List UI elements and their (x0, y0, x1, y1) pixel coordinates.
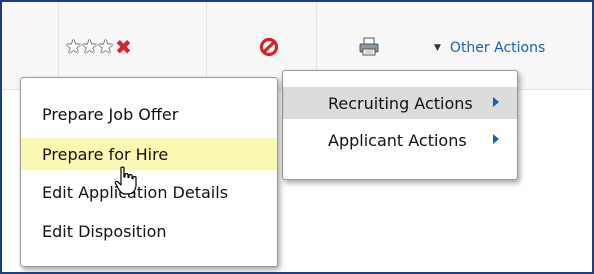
chevron-right-icon (493, 134, 499, 144)
chevron-right-icon (493, 97, 499, 107)
menu-item-label: Recruiting Actions (328, 93, 473, 113)
printer-icon[interactable] (358, 37, 380, 57)
menu-item-label: Prepare Job Offer (42, 104, 179, 124)
window-frame: ★ ★ ★ ✖ ▼ Other Actions Recruiting Actio… (0, 0, 594, 274)
menu-item-edit-application-details[interactable]: Edit Application Details (21, 176, 277, 208)
prohibited-icon[interactable] (259, 37, 279, 57)
star-icon[interactable]: ★ (97, 37, 114, 57)
menu-item-prepare-for-hire[interactable]: Prepare for Hire (21, 138, 277, 170)
hand-cursor-icon (114, 166, 137, 195)
star-icon[interactable]: ★ (65, 37, 82, 57)
menu-item-edit-disposition[interactable]: Edit Disposition (21, 215, 277, 247)
submenu-panel: Recruiting Actions Applicant Actions (282, 70, 518, 180)
menu-item-recruiting-actions[interactable]: Recruiting Actions (283, 87, 517, 119)
toolbar-divider (206, 2, 207, 89)
x-mark-icon[interactable]: ✖ (115, 37, 132, 57)
menu-item-label: Applicant Actions (328, 130, 467, 150)
other-actions-label[interactable]: Other Actions (450, 40, 545, 56)
menu-item-label: Edit Disposition (42, 221, 167, 241)
menu-item-label: Prepare for Hire (42, 144, 169, 164)
star-icon[interactable]: ★ (81, 37, 98, 57)
rating-stars[interactable]: ★ ★ ★ ✖ (65, 36, 132, 58)
toolbar-divider (58, 2, 59, 89)
menu-item-applicant-actions[interactable]: Applicant Actions (283, 124, 517, 156)
menu-item-prepare-job-offer[interactable]: Prepare Job Offer (21, 98, 277, 130)
recruiting-actions-menu: Prepare Job Offer Prepare for Hire Edit … (20, 77, 278, 267)
caret-down-icon: ▼ (434, 43, 441, 53)
other-actions-dropdown[interactable]: ▼ Other Actions (434, 38, 545, 58)
